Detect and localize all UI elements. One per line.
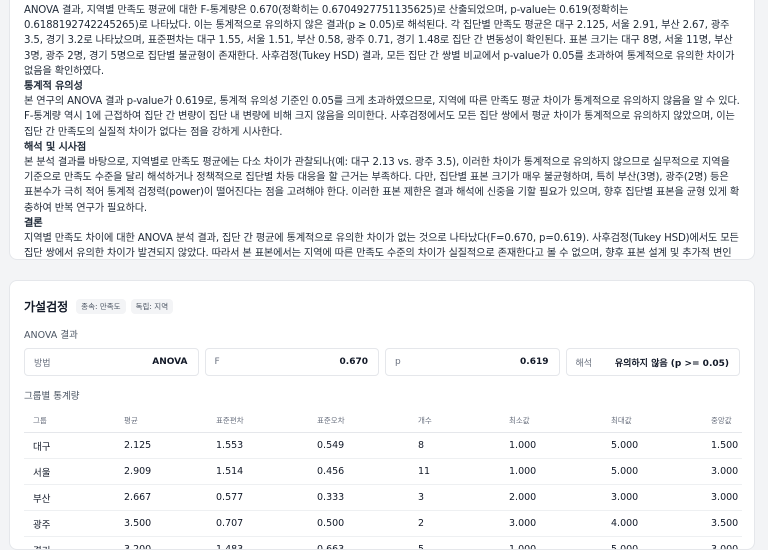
table-cell: 3.000 — [702, 485, 742, 511]
stat-f: F 0.670 — [205, 348, 380, 376]
table-cell: 5.000 — [602, 459, 702, 485]
col-std: 표준편차 — [207, 408, 308, 433]
col-max: 최대값 — [602, 408, 702, 433]
table-row: 대구2.1251.5530.54981.0005.0001.500 — [24, 433, 742, 459]
col-min: 최소값 — [500, 408, 602, 433]
table-cell: 0.663 — [308, 537, 409, 550]
significance-paragraph: 본 연구의 ANOVA 결과 p-value가 0.619로, 통계적 유의성 … — [24, 94, 740, 140]
table-row: 경기3.2001.4830.66351.0005.0003.000 — [24, 537, 742, 550]
hypothesis-test-card: 가설검정 종속: 만족도 독립: 지역 ANOVA 결과 방법 ANOVA F … — [9, 280, 755, 550]
interpretation-heading: 해석 및 시사점 — [24, 140, 740, 155]
table-cell: 5 — [409, 537, 500, 550]
table-cell: 3.000 — [702, 537, 742, 550]
table-cell: 서울 — [24, 459, 115, 485]
analysis-report-card: ANOVA 결과, 지역별 만족도 평균에 대한 F-통계량은 0.670(정확… — [9, 0, 755, 260]
table-cell: 3.000 — [500, 511, 602, 537]
table-cell: 0.456 — [308, 459, 409, 485]
table-cell: 3.500 — [702, 511, 742, 537]
group-stats-table: 그룹 평균 표준편차 표준오차 개수 최소값 최대값 중앙값 대구2.1251.… — [24, 408, 742, 550]
table-cell: 1.500 — [702, 433, 742, 459]
table-cell: 광주 — [24, 511, 115, 537]
table-cell: 대구 — [24, 433, 115, 459]
independent-variable-badge: 독립: 지역 — [131, 299, 174, 314]
stat-interpretation: 해석 유의하지 않음 (p >= 0.05) — [566, 348, 741, 376]
table-cell: 3 — [409, 485, 500, 511]
table-cell: 3.500 — [115, 511, 207, 537]
table-row: 부산2.6670.5770.33332.0003.0003.000 — [24, 485, 742, 511]
table-cell: 2.000 — [500, 485, 602, 511]
table-cell: 3.200 — [115, 537, 207, 550]
table-cell: 11 — [409, 459, 500, 485]
stat-method: 방법 ANOVA — [24, 348, 199, 376]
table-cell: 1.000 — [500, 433, 602, 459]
table-cell: 2 — [409, 511, 500, 537]
col-count: 개수 — [409, 408, 500, 433]
table-cell: 0.577 — [207, 485, 308, 511]
anova-summary-paragraph: ANOVA 결과, 지역별 만족도 평균에 대한 F-통계량은 0.670(정확… — [24, 3, 740, 79]
col-median: 중앙값 — [702, 408, 742, 433]
table-cell: 2.125 — [115, 433, 207, 459]
table-cell: 8 — [409, 433, 500, 459]
table-cell: 0.500 — [308, 511, 409, 537]
table-cell: 4.000 — [602, 511, 702, 537]
table-cell: 3.000 — [702, 459, 742, 485]
conclusion-paragraph: 지역별 만족도 차이에 대한 ANOVA 분석 결과, 집단 간 평균에 통계적… — [24, 231, 740, 260]
table-cell: 부산 — [24, 485, 115, 511]
significance-heading: 통계적 유의성 — [24, 79, 740, 94]
table-cell: 1.000 — [500, 537, 602, 550]
table-cell: 1.553 — [207, 433, 308, 459]
col-se: 표준오차 — [308, 408, 409, 433]
table-cell: 2.667 — [115, 485, 207, 511]
table-row: 광주3.5000.7070.50023.0004.0003.500 — [24, 511, 742, 537]
conclusion-heading: 결론 — [24, 216, 740, 231]
col-group: 그룹 — [24, 408, 115, 433]
group-stats-label: 그룹별 통계량 — [24, 388, 740, 402]
table-cell: 1.514 — [207, 459, 308, 485]
table-cell: 3.000 — [602, 485, 702, 511]
hypothesis-title: 가설검정 — [24, 298, 68, 315]
hypothesis-header: 가설검정 종속: 만족도 독립: 지역 — [24, 296, 740, 316]
table-cell: 2.909 — [115, 459, 207, 485]
table-header-row: 그룹 평균 표준편차 표준오차 개수 최소값 최대값 중앙값 — [24, 408, 742, 433]
anova-result-label: ANOVA 결과 — [24, 327, 740, 341]
table-cell: 5.000 — [602, 537, 702, 550]
table-cell: 0.333 — [308, 485, 409, 511]
interpretation-paragraph: 본 분석 결과를 바탕으로, 지역별로 만족도 평균에는 다소 차이가 관찰되나… — [24, 155, 740, 216]
table-row: 서울2.9091.5140.456111.0005.0003.000 — [24, 459, 742, 485]
stat-p: p 0.619 — [385, 348, 560, 376]
dependent-variable-badge: 종속: 만족도 — [76, 299, 125, 314]
anova-stats-row: 방법 ANOVA F 0.670 p 0.619 해석 유의하지 않음 (p >… — [24, 348, 740, 376]
table-cell: 1.000 — [500, 459, 602, 485]
col-mean: 평균 — [115, 408, 207, 433]
table-cell: 0.707 — [207, 511, 308, 537]
table-cell: 5.000 — [602, 433, 702, 459]
table-cell: 경기 — [24, 537, 115, 550]
table-cell: 1.483 — [207, 537, 308, 550]
table-cell: 0.549 — [308, 433, 409, 459]
